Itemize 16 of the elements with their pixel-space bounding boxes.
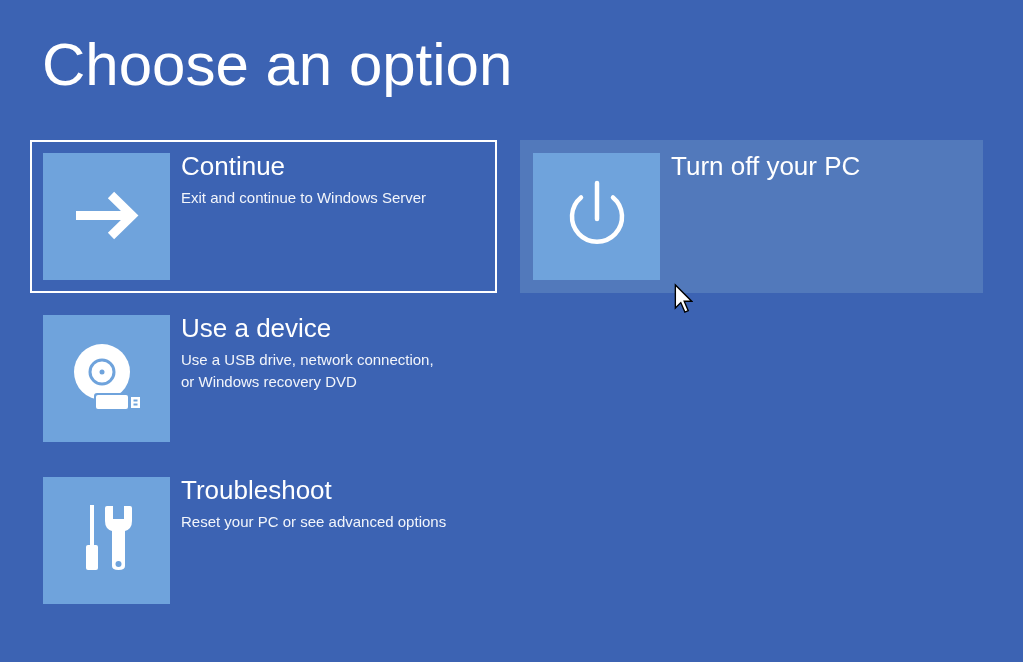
option-title: Turn off your PC [671, 150, 861, 182]
option-tile[interactable]: Turn off your PC [520, 140, 983, 293]
option-description: Reset your PC or see advanced options [181, 512, 447, 532]
page-title: Choose an option [42, 30, 513, 100]
option-title: Troubleshoot [181, 474, 332, 506]
option-tile[interactable]: Use a device Use a USB drive, network connection, or Windows recovery DVD [30, 302, 497, 455]
power-icon [533, 153, 660, 280]
option-tile[interactable]: Continue Exit and continue to Windows Server [30, 140, 497, 293]
option-description: Exit and continue to Windows Server [181, 188, 427, 208]
option-tile[interactable]: Troubleshoot Reset your PC or see advanced options [30, 464, 497, 617]
screwdriver-and-wrench-icon [43, 477, 170, 604]
disc-and-usb-drive-icon [43, 315, 170, 442]
option-description: Use a USB drive, network connection, or Windows recovery DVD [181, 350, 434, 392]
mouse-pointer-icon [674, 283, 693, 314]
option-title: Use a device [181, 312, 332, 344]
option-title: Continue [181, 150, 286, 182]
